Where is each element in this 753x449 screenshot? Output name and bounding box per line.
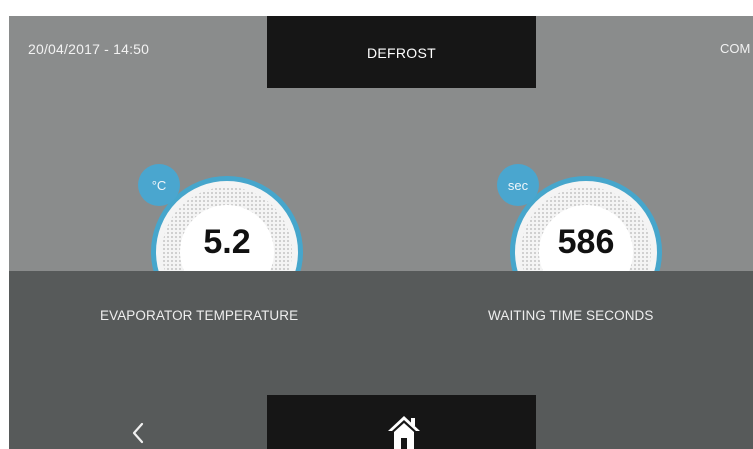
home-icon [388, 416, 420, 449]
datetime: 20/04/2017 - 14:50 [28, 41, 150, 57]
waiting-time-value: 586 [557, 223, 615, 261]
page-title: DEFROST [367, 45, 436, 61]
evaporator-temperature-value: 5.2 [203, 223, 251, 261]
top-right-label[interactable]: COM [720, 41, 750, 56]
waiting-time-label: WAITING TIME SECONDS [488, 308, 654, 323]
back-button[interactable] [123, 418, 153, 448]
celsius-unit-badge: °C [138, 164, 180, 206]
title-bar: DEFROST [267, 16, 536, 88]
evaporator-temperature-label: EVAPORATOR TEMPERATURE [100, 308, 299, 323]
screen: 20/04/2017 - 14:50 DEFROST COM 5.2 °C 58… [9, 16, 753, 449]
bottom-panel: EVAPORATOR TEMPERATURE WAITING TIME SECO… [9, 271, 753, 449]
seconds-unit-badge: sec [497, 164, 539, 206]
home-button[interactable] [267, 395, 536, 449]
chevron-left-icon [132, 422, 144, 444]
